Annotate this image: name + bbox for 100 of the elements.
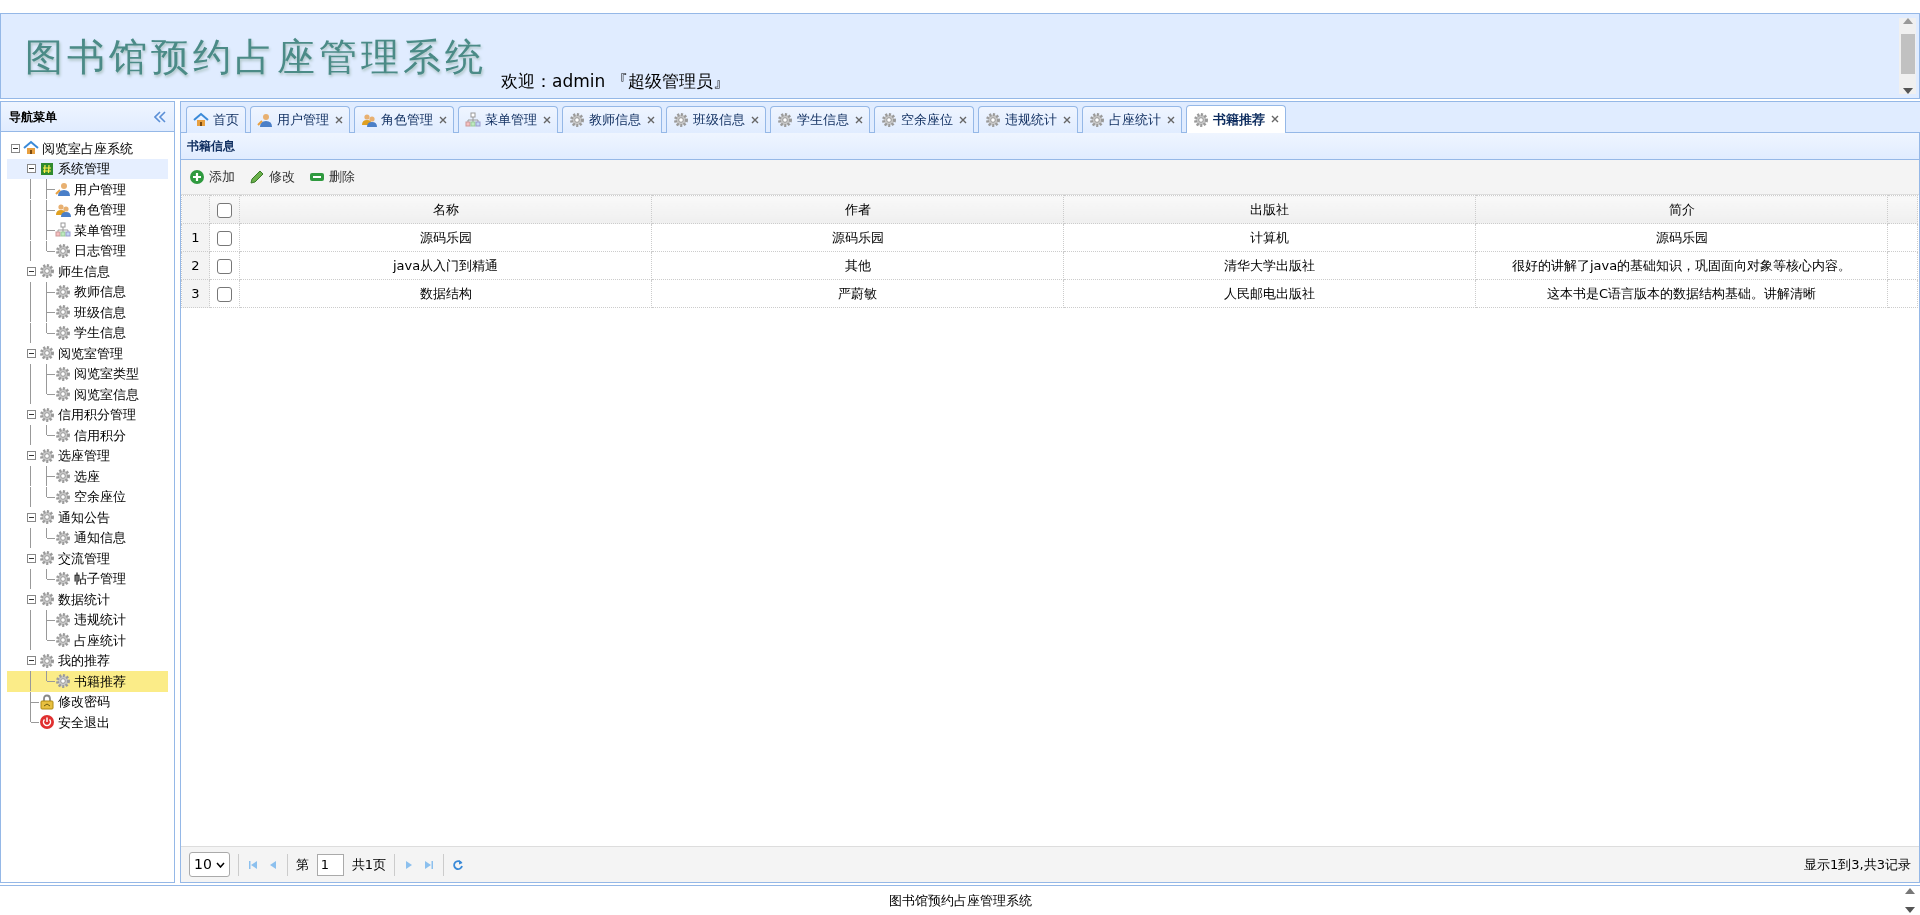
tree-item[interactable]: 班级信息 bbox=[7, 302, 168, 323]
tree-item[interactable]: 选座 bbox=[7, 466, 168, 487]
add-button[interactable]: 添加 bbox=[189, 167, 235, 187]
column-header[interactable]: 作者 bbox=[651, 195, 1064, 224]
gear-icon bbox=[55, 632, 71, 649]
tree-item[interactable]: 修改密码 bbox=[7, 691, 168, 712]
row-number: 3 bbox=[181, 279, 210, 308]
table-cell: 源码乐园 bbox=[239, 223, 652, 252]
collapse-toggle-icon[interactable] bbox=[26, 512, 36, 522]
gear-icon bbox=[55, 570, 71, 587]
house-icon bbox=[193, 112, 209, 128]
record-summary: 显示1到3,共3记录 bbox=[1804, 855, 1911, 874]
tree-item[interactable]: 系统管理 bbox=[7, 158, 168, 179]
collapse-toggle-icon[interactable] bbox=[26, 656, 36, 666]
sidebar-title: 导航菜单 bbox=[9, 108, 57, 126]
tree-item[interactable]: 书籍推荐 bbox=[7, 671, 168, 692]
column-header[interactable]: 简介 bbox=[1475, 195, 1888, 224]
scrollbar[interactable] bbox=[1899, 18, 1916, 94]
collapse-toggle-icon[interactable] bbox=[26, 348, 36, 358]
scroll-down-icon[interactable] bbox=[1902, 88, 1913, 94]
page-count: 共1页 bbox=[351, 855, 387, 874]
tab[interactable]: 首页 bbox=[186, 106, 246, 133]
gear-icon bbox=[55, 468, 71, 485]
collapse-toggle-icon[interactable] bbox=[26, 164, 36, 174]
row-checkbox[interactable] bbox=[217, 230, 232, 246]
tree-item[interactable]: 空余座位 bbox=[7, 486, 168, 507]
tree-item[interactable]: 日志管理 bbox=[7, 240, 168, 261]
gear-icon bbox=[777, 112, 793, 128]
lock-icon bbox=[39, 693, 55, 710]
gear-icon bbox=[39, 447, 55, 464]
tree-item[interactable]: 学生信息 bbox=[7, 322, 168, 343]
tree-item[interactable]: 交流管理 bbox=[7, 548, 168, 569]
tab[interactable]: 班级信息 bbox=[666, 106, 766, 133]
tree-item[interactable]: 师生信息 bbox=[7, 261, 168, 282]
scroll-down-icon[interactable] bbox=[1905, 907, 1915, 913]
collapse-toggle-icon[interactable] bbox=[26, 594, 36, 604]
gear-icon bbox=[55, 673, 71, 690]
gear-icon bbox=[39, 406, 55, 423]
tree-item[interactable]: 选座管理 bbox=[7, 445, 168, 466]
caret-icon[interactable] bbox=[215, 861, 225, 868]
refresh-icon[interactable] bbox=[452, 858, 465, 871]
gear-icon bbox=[55, 365, 71, 382]
collapse-toggle-icon[interactable] bbox=[26, 451, 36, 461]
tree-item[interactable]: 数据统计 bbox=[7, 589, 168, 610]
users-icon bbox=[55, 201, 71, 218]
tree-item[interactable]: 菜单管理 bbox=[7, 220, 168, 241]
gear-icon bbox=[55, 283, 71, 300]
column-header[interactable]: 出版社 bbox=[1063, 195, 1476, 224]
scroll-up-icon[interactable] bbox=[1905, 888, 1915, 894]
tree-item[interactable]: 阅览室占座系统 bbox=[7, 138, 168, 159]
tree-item[interactable]: 安全退出 bbox=[7, 712, 168, 733]
edit-button[interactable]: 修改 bbox=[249, 167, 295, 187]
tree-item[interactable]: 教师信息 bbox=[7, 281, 168, 302]
tab[interactable]: 学生信息 bbox=[770, 106, 870, 133]
pencil-icon bbox=[249, 169, 265, 185]
tab[interactable]: 违规统计 bbox=[978, 106, 1078, 133]
gear-icon bbox=[1193, 111, 1209, 128]
tree-item[interactable]: 角色管理 bbox=[7, 199, 168, 220]
page-input[interactable]: 1 bbox=[316, 853, 344, 876]
tree-item[interactable]: 通知信息 bbox=[7, 527, 168, 548]
collapse-toggle-icon[interactable] bbox=[10, 143, 20, 153]
tree-item[interactable]: 违规统计 bbox=[7, 609, 168, 630]
collapse-toggle-icon[interactable] bbox=[26, 553, 36, 563]
tree-item[interactable]: 占座统计 bbox=[7, 630, 168, 651]
delete-button[interactable]: 删除 bbox=[309, 167, 355, 187]
gear-icon bbox=[55, 324, 71, 341]
page-label: 第 bbox=[295, 855, 309, 874]
org-chart-icon bbox=[465, 112, 481, 128]
row-checkbox[interactable] bbox=[217, 258, 232, 274]
gear-icon bbox=[673, 112, 689, 128]
collapse-icon[interactable] bbox=[154, 110, 166, 123]
tab[interactable]: 占座统计 bbox=[1082, 106, 1182, 133]
row-checkbox[interactable] bbox=[217, 286, 232, 302]
select-all-checkbox[interactable] bbox=[217, 202, 232, 218]
tree-item[interactable]: 阅览室类型 bbox=[7, 363, 168, 384]
column-header[interactable]: 名称 bbox=[239, 195, 652, 224]
collapse-toggle-icon[interactable] bbox=[26, 410, 36, 420]
app-title: 图书馆预约占座管理系统 bbox=[25, 34, 487, 81]
table-cell: 人民邮电出版社 bbox=[1063, 279, 1476, 308]
gear-icon bbox=[881, 112, 897, 128]
tab[interactable]: 用户管理 bbox=[250, 106, 350, 133]
users-icon bbox=[361, 112, 377, 128]
tab[interactable]: 空余座位 bbox=[874, 106, 974, 133]
tab[interactable]: 角色管理 bbox=[354, 106, 454, 133]
panel-title: 书籍信息 bbox=[187, 138, 235, 155]
tree-item[interactable]: 用户管理 bbox=[7, 179, 168, 200]
tree-item[interactable]: 阅览室管理 bbox=[7, 343, 168, 364]
footer-text: 图书馆预约占座管理系统 bbox=[888, 891, 1032, 910]
tree-item[interactable]: 阅览室信息 bbox=[7, 384, 168, 405]
tree-item[interactable]: 信用积分 bbox=[7, 425, 168, 446]
user-icon bbox=[55, 181, 71, 198]
tree-item[interactable]: 通知公告 bbox=[7, 507, 168, 528]
tab[interactable]: 书籍推荐 bbox=[1186, 105, 1286, 133]
tab[interactable]: 教师信息 bbox=[562, 106, 662, 133]
tree-item[interactable]: 帖子管理 bbox=[7, 568, 168, 589]
tree-item[interactable]: 信用积分管理 bbox=[7, 404, 168, 425]
page-size-select[interactable]: 10 bbox=[189, 852, 230, 877]
tab[interactable]: 菜单管理 bbox=[458, 106, 558, 133]
tree-item[interactable]: 我的推荐 bbox=[7, 650, 168, 671]
collapse-toggle-icon[interactable] bbox=[26, 266, 36, 276]
